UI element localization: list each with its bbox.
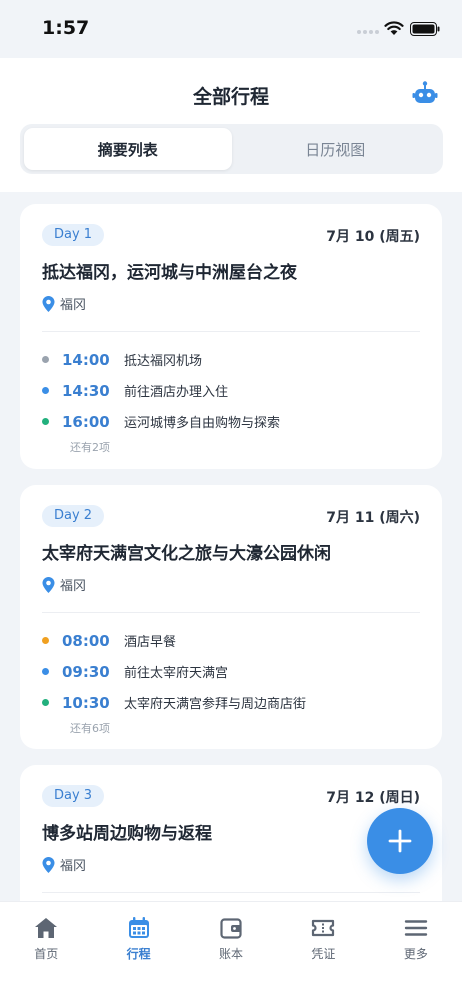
page-title: 全部行程 [192, 86, 269, 108]
day-title: 抵达福冈，运河城与中洲屋台之夜 [42, 263, 297, 283]
day-title: 博多站周边购物与返程 [42, 824, 212, 844]
day-location: 福冈 [42, 294, 420, 313]
tab-label: 行程 [126, 947, 151, 961]
location-label: 福冈 [60, 859, 87, 874]
location-pin-icon [42, 295, 55, 312]
day-badge: Day 3 [42, 785, 105, 807]
day-card[interactable]: Day 2 7月 11 (周六) 太宰府天满宫文化之旅与大濠公园休闲 福冈 08… [20, 485, 442, 749]
day-list: Day 1 7月 10 (周五) 抵达福冈，运河城与中洲屋台之夜 福冈 14:0… [0, 192, 462, 901]
status-dot [42, 637, 49, 644]
item-time: 14:00 [62, 350, 110, 369]
battery-icon [410, 22, 440, 36]
location-label: 福冈 [60, 579, 87, 594]
calendar-icon [128, 917, 149, 938]
tab-label: 账本 [219, 947, 244, 961]
schedule-item[interactable]: 14:30 前往酒店办理入住 [42, 375, 420, 406]
item-text: 运河城博多自由购物与探索 [124, 416, 281, 431]
home-icon [35, 918, 58, 938]
tab-ledger[interactable]: 账本 [185, 902, 277, 1000]
divider [42, 612, 420, 613]
tab-home[interactable]: 首页 [0, 902, 92, 1000]
item-time: 16:00 [62, 412, 110, 431]
divider [42, 892, 420, 893]
status-time: 1:57 [42, 17, 90, 39]
add-button[interactable] [367, 808, 433, 874]
day-card[interactable]: Day 1 7月 10 (周五) 抵达福冈，运河城与中洲屋台之夜 福冈 14:0… [20, 204, 442, 469]
view-switcher: 摘要列表 日历视图 [20, 124, 443, 174]
item-time: 14:30 [62, 381, 110, 400]
status-dot [42, 699, 49, 706]
location-pin-icon [42, 856, 55, 873]
tab-summary-list[interactable]: 摘要列表 [24, 128, 232, 170]
day-date: 7月 12 (周日) [326, 790, 420, 806]
status-dot [42, 418, 49, 425]
bottom-tab-bar: 首页 行程 账本 凭证 更多 [0, 901, 462, 1000]
item-text: 抵达福冈机场 [124, 354, 203, 369]
item-text: 前往酒店办理入住 [124, 385, 229, 400]
day-location: 福冈 [42, 855, 420, 874]
tab-calendar-view[interactable]: 日历视图 [232, 128, 440, 170]
status-dot [42, 668, 49, 675]
status-bar: 1:57 [0, 0, 462, 58]
status-dot [42, 387, 49, 394]
tab-itinerary[interactable]: 行程 [92, 902, 184, 1000]
more-items-label[interactable]: 还有2项 [70, 439, 420, 455]
day-badge: Day 2 [42, 505, 105, 527]
location-pin-icon [42, 576, 55, 593]
wifi-icon [384, 21, 404, 35]
robot-icon[interactable] [412, 80, 438, 106]
ticket-icon [312, 919, 335, 937]
schedule-item[interactable]: 16:00 运河城博多自由购物与探索 [42, 406, 420, 437]
schedule-item[interactable]: 10:30 太宰府天满宫参拜与周边商店街 [42, 687, 420, 718]
menu-icon [404, 920, 428, 936]
signal-icon [357, 30, 379, 34]
tab-vouchers[interactable]: 凭证 [277, 902, 369, 1000]
day-title: 太宰府天满宫文化之旅与大濠公园休闲 [42, 544, 331, 564]
item-time: 08:00 [62, 631, 110, 650]
day-location: 福冈 [42, 575, 420, 594]
item-text: 前往太宰府天满宫 [124, 666, 229, 681]
schedule-item[interactable]: 14:00 抵达福冈机场 [42, 344, 420, 375]
schedule-item[interactable]: 09:30 前往太宰府天满宫 [42, 656, 420, 687]
status-dot [42, 356, 49, 363]
day-date: 7月 10 (周五) [326, 229, 420, 245]
day-badge: Day 1 [42, 224, 105, 246]
item-time: 09:30 [62, 662, 110, 681]
item-time: 10:30 [62, 693, 110, 712]
tab-label: 首页 [34, 947, 59, 961]
more-items-label[interactable]: 还有6项 [70, 720, 420, 736]
plus-icon [388, 829, 412, 853]
item-text: 酒店早餐 [124, 635, 177, 650]
tab-label: 更多 [403, 947, 428, 961]
tab-more[interactable]: 更多 [370, 902, 462, 1000]
wallet-icon [220, 918, 242, 939]
day-date: 7月 11 (周六) [326, 510, 420, 526]
divider [42, 331, 420, 332]
schedule-item[interactable]: 08:00 酒店早餐 [42, 625, 420, 656]
header: 全部行程 摘要列表 日历视图 [0, 58, 462, 192]
tab-label: 凭证 [311, 947, 336, 961]
location-label: 福冈 [60, 298, 87, 313]
item-text: 太宰府天满宫参拜与周边商店街 [124, 697, 307, 712]
